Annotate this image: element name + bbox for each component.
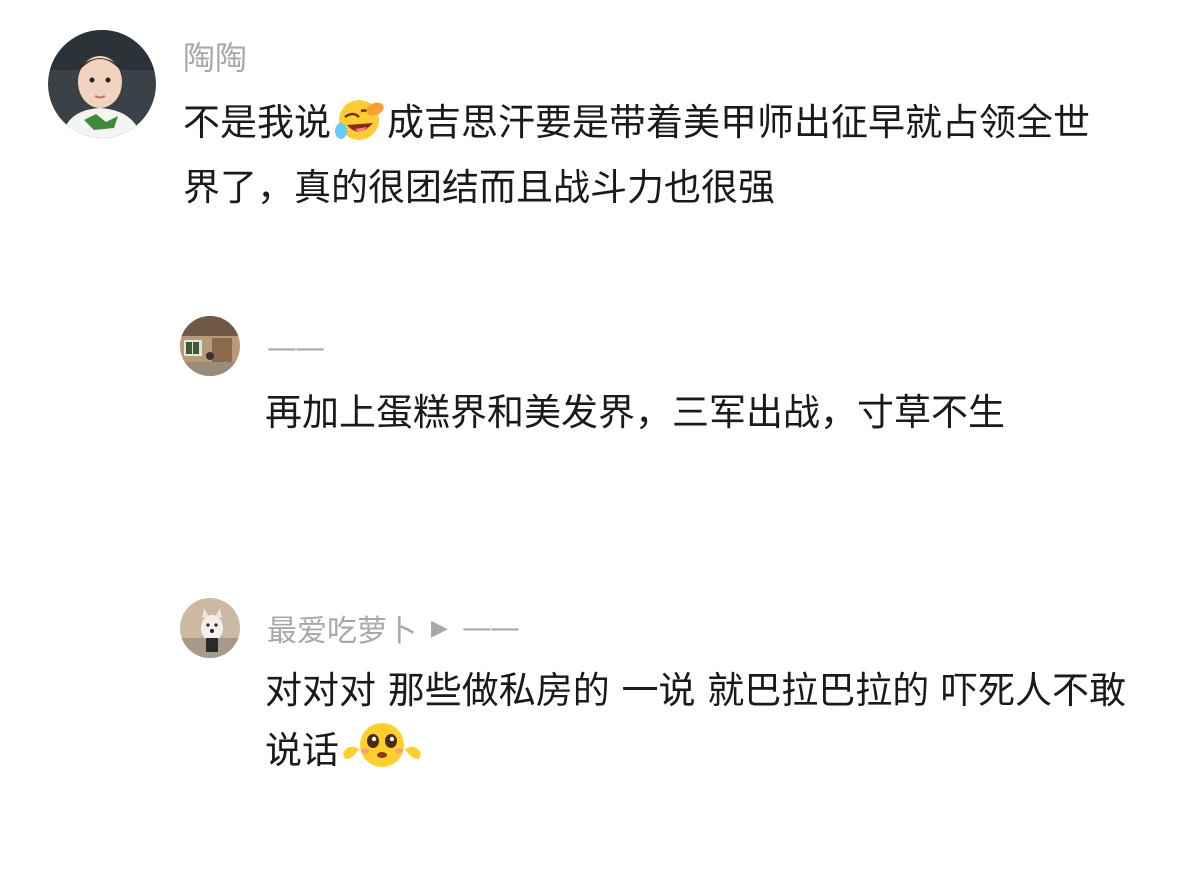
comment-author[interactable]: 陶陶 [183, 36, 247, 77]
reply-arrow-icon: ▶ [431, 615, 448, 641]
comment-text: 对对对 那些做私房的 一说 就巴拉巴拉的 吓死人不敢说话 [265, 662, 1145, 788]
comment-2: —— 再加上蛋糕界和美发界，三军出战，寸草不生 [0, 300, 1179, 520]
comment-author-line: 最爱吃萝卜 ▶ —— [267, 606, 520, 650]
street-photo-avatar-icon [180, 316, 240, 376]
comment-author[interactable]: 最爱吃萝卜 [267, 606, 417, 650]
child-avatar-icon [48, 30, 156, 138]
reply-to-author[interactable]: —— [462, 611, 520, 646]
avatar-carrot-lover[interactable] [180, 598, 240, 658]
comment-3: 最爱吃萝卜 ▶ —— 对对对 那些做私房的 一说 就巴拉巴拉的 吓死人不敢说话 [0, 590, 1179, 830]
dog-avatar-icon [180, 598, 240, 658]
comment-1: 陶陶 不是我说 成吉思汗要是带着美甲师出征早就占领全世界了，真的很团结而且战斗力… [0, 0, 1179, 220]
rofl-emoji-icon [331, 97, 387, 159]
comment-text: 再加上蛋糕界和美发界，三军出战，寸草不生 [265, 391, 1005, 434]
comment-text-part-1: 不是我说 [183, 101, 331, 144]
comment-author[interactable]: —— [267, 328, 325, 368]
avatar-dash-user[interactable] [180, 316, 240, 376]
comment-text: 不是我说 成吉思汗要是带着美甲师出征早就占领全世界了，真的很团结而且战斗力也很强 [183, 94, 1123, 217]
pleading-hug-emoji-icon [339, 719, 425, 787]
avatar-taotao[interactable] [48, 30, 156, 138]
